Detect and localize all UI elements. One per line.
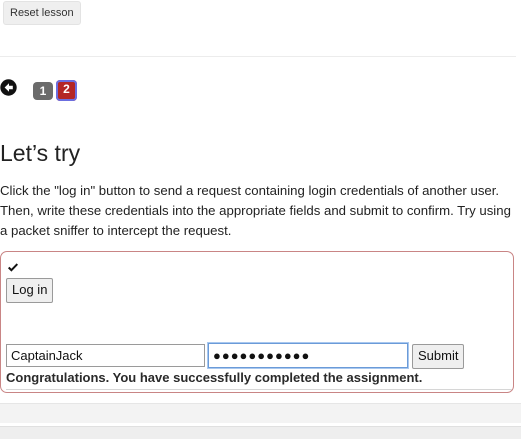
page-1-link[interactable]: 1 <box>33 82 53 100</box>
footer-bar <box>0 426 521 439</box>
lesson-title: Let’s try <box>0 140 81 166</box>
footer-bar <box>0 403 521 423</box>
arrow-left-circle-icon[interactable] <box>0 79 17 96</box>
page-2-link-current[interactable]: 2 <box>56 80 77 101</box>
password-input[interactable] <box>208 343 408 368</box>
result-divider <box>6 389 512 390</box>
success-message: Congratulations. You have successfully c… <box>6 370 423 385</box>
username-input[interactable] <box>6 344 205 367</box>
log-in-button[interactable]: Log in <box>6 278 54 303</box>
lesson-description: Click the "log in" button to send a requ… <box>0 183 511 238</box>
reset-lesson-button[interactable]: Reset lesson <box>3 1 81 25</box>
submit-button[interactable]: Submit <box>412 344 465 369</box>
check-icon <box>7 259 19 272</box>
divider <box>0 56 516 57</box>
